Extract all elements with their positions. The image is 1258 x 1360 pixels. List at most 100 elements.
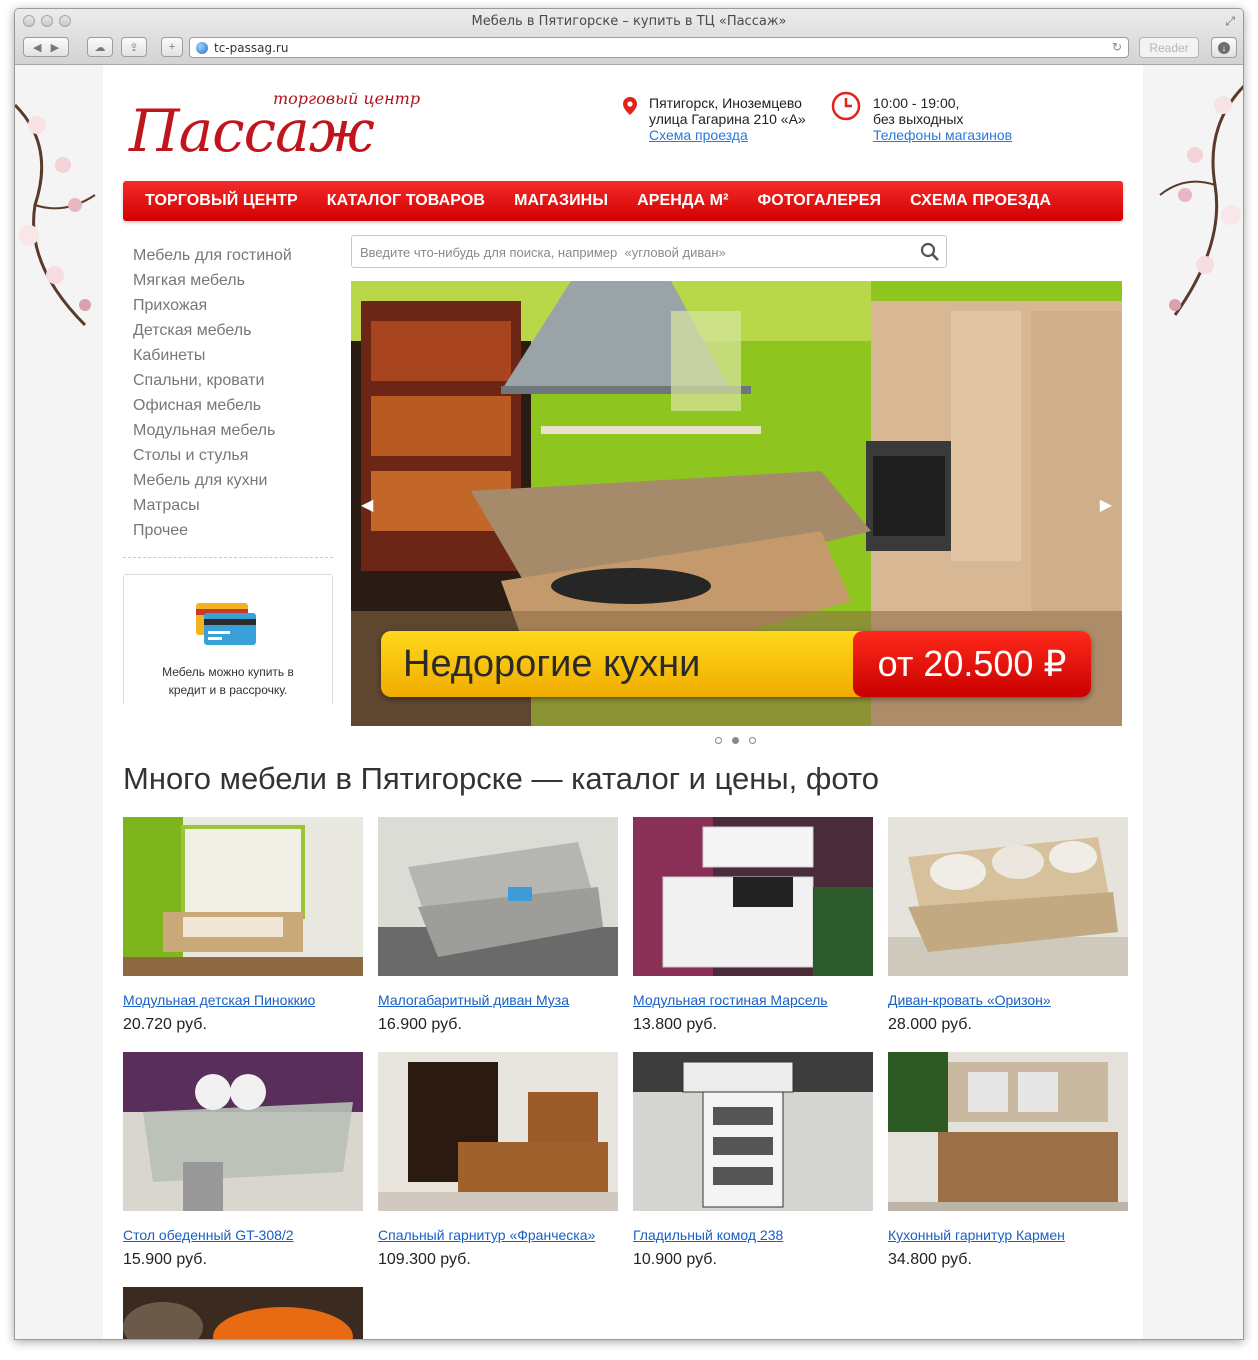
slider-next-icon[interactable]: ▶ [1100, 495, 1112, 515]
slider-price: от 20.500 ₽ [853, 631, 1091, 697]
slider-pagination [715, 737, 756, 744]
product-price: 34.800 руб. [888, 1251, 972, 1268]
cloud-icon: ☁ [94, 41, 106, 54]
product-photo[interactable] [888, 1052, 1128, 1211]
product-link[interactable]: Стол обеденный GT-308/2 [123, 1227, 294, 1243]
sidebar-item-office-furniture[interactable]: Офисная мебель [133, 393, 333, 418]
slider-dot-1[interactable] [715, 737, 722, 744]
hours-block: 10:00 - 19:00, без выходных Телефоны маг… [831, 91, 1012, 143]
icloud-button[interactable]: ☁ [87, 37, 113, 57]
sidebar-item-offices[interactable]: Кабинеты [133, 343, 333, 368]
nav-shopping-center[interactable]: ТОРГОВЫЙ ЦЕНТР [145, 192, 298, 210]
credit-line-1: Мебель можно купить в [162, 665, 294, 679]
nav-directions[interactable]: СХЕМА ПРОЕЗДА [910, 192, 1051, 210]
product-link[interactable]: Модульная гостиная Марсель [633, 992, 828, 1008]
credit-cards-icon [196, 603, 256, 645]
nav-stores[interactable]: МАГАЗИНЫ [514, 192, 608, 210]
category-sidebar: Мебель для гостиной Мягкая мебель Прихож… [123, 243, 333, 558]
hero-slider[interactable]: ◀ ▶ Недорогие кухни от 20.500 ₽ [351, 281, 1122, 726]
sidebar-item-mattresses[interactable]: Матрасы [133, 493, 333, 518]
product-price: 16.900 руб. [378, 1016, 462, 1033]
product-photo[interactable] [123, 817, 363, 976]
fullscreen-icon[interactable]: ⤢ [1225, 14, 1235, 29]
sidebar-item-modular[interactable]: Модульная мебель [133, 418, 333, 443]
back-icon[interactable]: ◀ [33, 41, 41, 54]
product-card: Модульная детская Пинок­кио 20.720 руб. [123, 817, 363, 1033]
directions-link[interactable]: Схема проезда [649, 127, 748, 143]
sidebar-item-other[interactable]: Прочее [133, 518, 333, 543]
reload-icon[interactable]: ↻ [1112, 40, 1122, 54]
product-card: Кухонный гарнитур Кармен 34.800 руб. [888, 1052, 1128, 1268]
product-price: 13.800 руб. [633, 1016, 717, 1033]
address-bar[interactable]: tc-passag.ru ↻ [189, 37, 1129, 58]
product-link[interactable]: Диван-кровать «Оризон» [888, 992, 1051, 1008]
product-price: 15.900 руб. [123, 1251, 207, 1268]
product-photo[interactable] [378, 817, 618, 976]
sidebar-item-tables-chairs[interactable]: Столы и стулья [133, 443, 333, 468]
product-price: 28.000 руб. [888, 1016, 972, 1033]
product-photo[interactable] [123, 1287, 363, 1339]
nav-photo-gallery[interactable]: ФОТОГАЛЕРЕЯ [758, 192, 882, 210]
store-phones-link[interactable]: Телефоны магазинов [873, 127, 1012, 143]
product-price: 109.300 руб. [378, 1251, 471, 1268]
product-photo[interactable] [123, 1052, 363, 1211]
product-link[interactable]: Кухонный гарнитур Кармен [888, 1227, 1065, 1243]
product-card: Малогабаритный диван Муза 16.900 руб. [378, 817, 618, 1033]
share-button[interactable]: ⇪ [121, 37, 147, 57]
forward-icon[interactable]: ▶ [51, 41, 59, 54]
browser-window: Мебель в Пятигорске – купить в ТЦ «Пасса… [14, 8, 1244, 1340]
share-icon: ⇪ [129, 41, 139, 54]
sidebar-item-bedrooms[interactable]: Спальни, кровати [133, 368, 333, 393]
slider-banner[interactable]: Недорогие кухни от 20.500 ₽ [381, 631, 1091, 697]
credit-line-2: кредит и в рассрочку. [168, 683, 288, 697]
slider-title: Недорогие кухни [403, 643, 701, 685]
product-card: Модульная гостиная Марсель 13.800 руб. [633, 817, 873, 1033]
product-link[interactable]: Спальный гарнитур «Франческа» [378, 1227, 595, 1243]
search-icon[interactable] [920, 242, 940, 262]
nav-rent[interactable]: АРЕНДА М² [637, 192, 728, 210]
hours-line-2: без выходных [873, 111, 964, 127]
location-pin-icon [623, 97, 637, 115]
downloads-button[interactable]: ↓ [1211, 37, 1237, 58]
slider-dot-2[interactable] [732, 737, 739, 744]
product-photo[interactable] [633, 1052, 873, 1211]
product-photo[interactable] [378, 1052, 618, 1211]
nav-catalog[interactable]: КАТАЛОГ ТОВАРОВ [327, 192, 485, 210]
product-card: Стол обеденный GT-308/2 15.900 руб. [123, 1052, 363, 1268]
sidebar-item-kitchen[interactable]: Мебель для кухни [133, 468, 333, 493]
search-input[interactable] [360, 243, 910, 261]
credit-promo-box[interactable]: Мебель можно купить в кредит и в рассроч… [123, 574, 333, 704]
sidebar-item-kids[interactable]: Детская мебель [133, 318, 333, 343]
product-photo[interactable] [633, 817, 873, 976]
back-forward-buttons[interactable]: ◀ ▶ [23, 37, 69, 57]
hours-line-1: 10:00 - 19:00, [873, 95, 960, 111]
clock-icon [831, 91, 861, 121]
product-link[interactable]: Малогабаритный диван Муза [378, 992, 569, 1008]
blossom-decoration-right [1159, 84, 1243, 316]
product-price: 10.900 руб. [633, 1251, 717, 1268]
slider-dot-3[interactable] [749, 737, 756, 744]
new-tab-button[interactable]: + [161, 37, 183, 57]
product-card: Диван-кровать «Оризон» 28.000 руб. [888, 817, 1128, 1033]
url-text[interactable]: tc-passag.ru [214, 41, 288, 55]
product-card: Спальный гарнитур «Франческа» 109.300 ру… [378, 1052, 618, 1268]
sidebar-item-living-room[interactable]: Мебель для гостиной [133, 243, 333, 268]
blossom-decoration-left [15, 103, 96, 327]
slider-prev-icon[interactable]: ◀ [361, 495, 373, 515]
page-content: торговый центр Пассаж Пятигорск, Иноземц… [103, 65, 1143, 1339]
reader-button[interactable]: Reader [1139, 37, 1199, 58]
main-navigation: ТОРГОВЫЙ ЦЕНТР КАТАЛОГ ТОВАРОВ МАГАЗИНЫ … [123, 181, 1123, 221]
sidebar-item-hallway[interactable]: Прихожая [133, 293, 333, 318]
plus-icon: + [168, 41, 176, 53]
product-link[interactable]: Гладильный комод 238 [633, 1227, 783, 1243]
product-price: 20.720 руб. [123, 1016, 207, 1033]
credit-promo-text: Мебель можно купить в кредит и в рассроч… [124, 663, 332, 699]
search-box [351, 235, 947, 268]
address-block: Пятигорск, Иноземцево улица Гагарина 210… [623, 95, 806, 143]
sidebar-item-upholstered[interactable]: Мягкая мебель [133, 268, 333, 293]
page-viewport: торговый центр Пассаж Пятигорск, Иноземц… [15, 65, 1243, 1339]
product-photo[interactable] [888, 817, 1128, 976]
product-card: Гладильный комод 238 10.900 руб. [633, 1052, 873, 1268]
product-link[interactable]: Модульная детская Пинок­кио [123, 992, 315, 1008]
site-logo[interactable]: торговый центр Пассаж [123, 85, 423, 175]
